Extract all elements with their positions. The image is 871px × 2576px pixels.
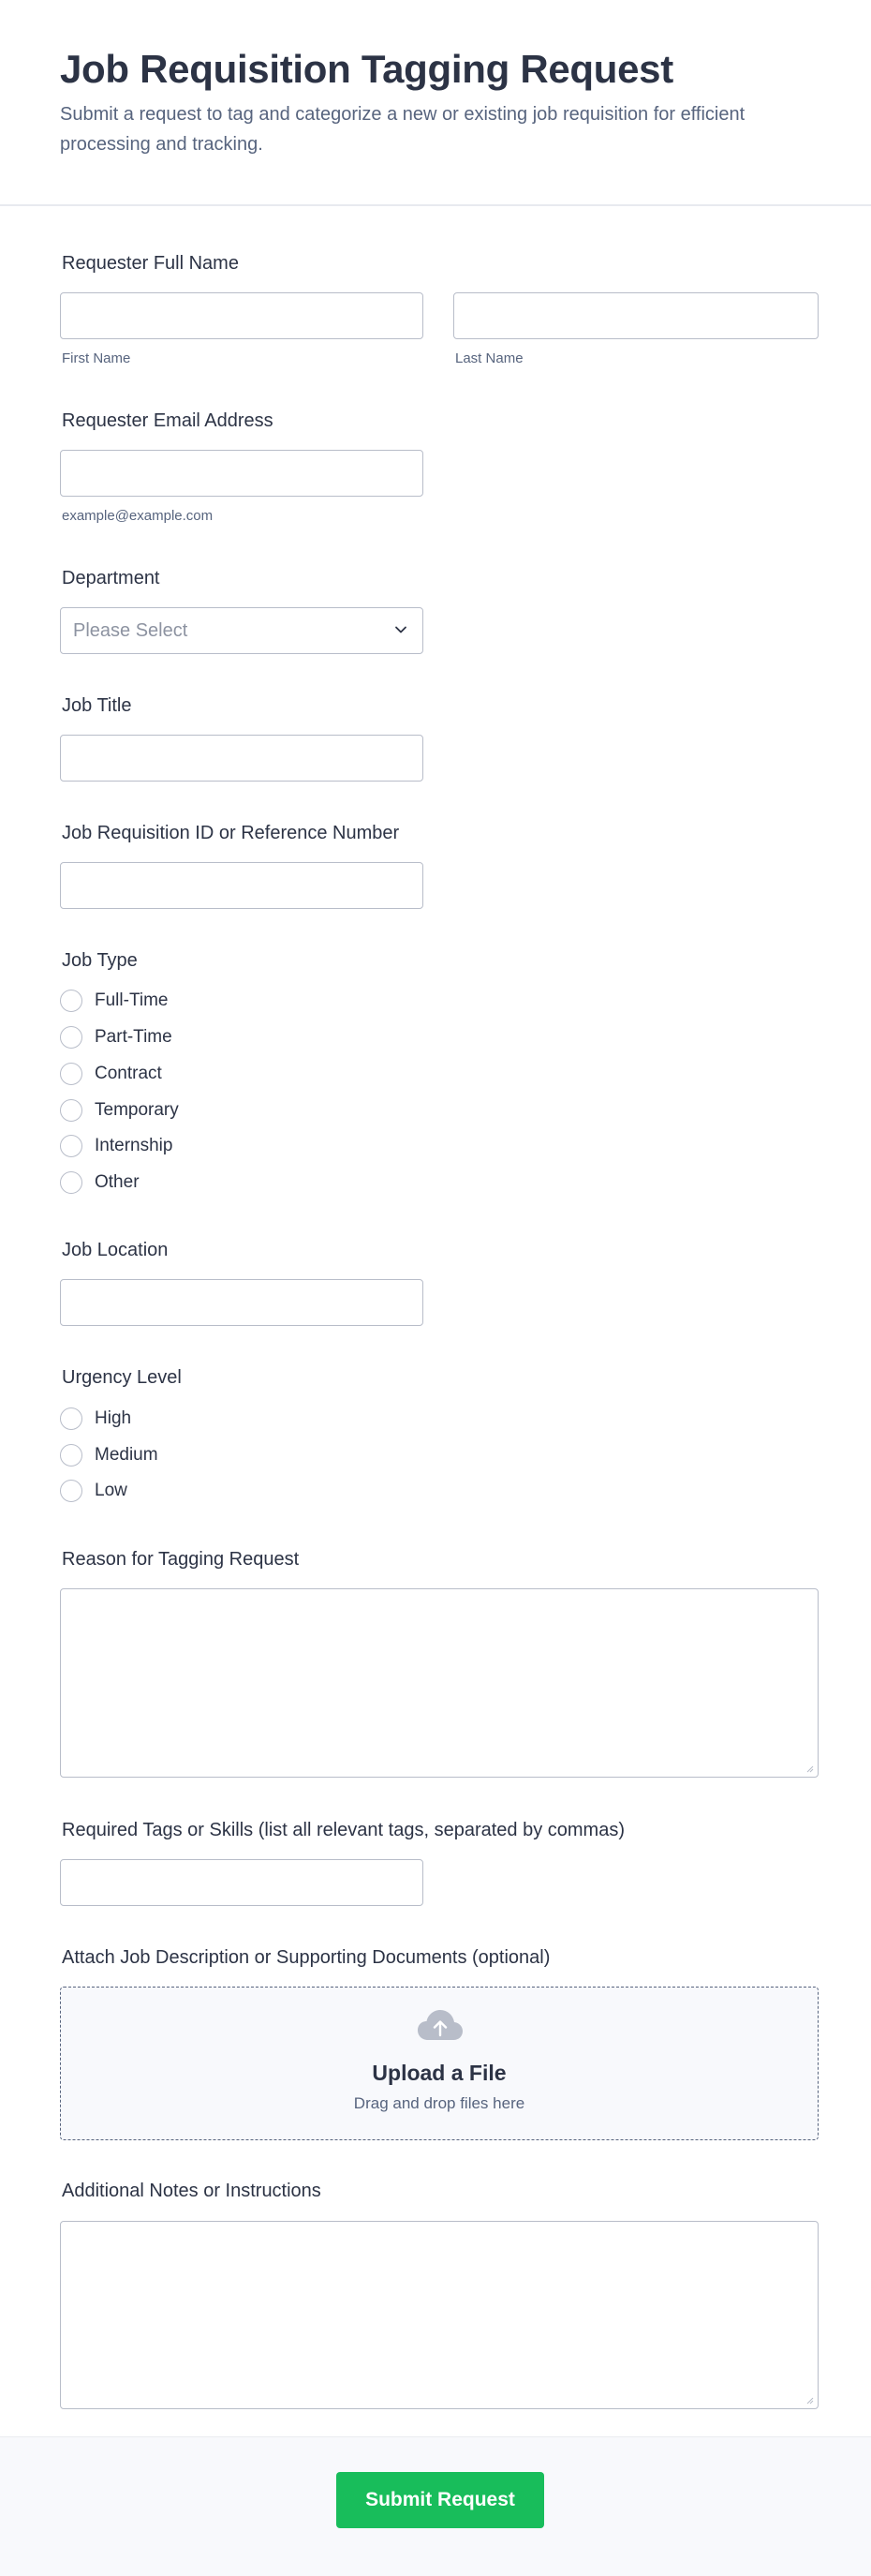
upload-title: Upload a File: [372, 2061, 507, 2085]
email-input[interactable]: [60, 450, 423, 497]
job-location-input[interactable]: [60, 1279, 423, 1326]
radio-button[interactable]: [60, 1407, 82, 1430]
radio-button[interactable]: [60, 1099, 82, 1122]
form-title: Job Requisition Tagging Request: [60, 47, 673, 91]
urgency-option-high[interactable]: High: [60, 1406, 131, 1432]
radio-label: Temporary: [95, 1100, 179, 1120]
department-placeholder: Please Select: [73, 620, 188, 641]
job-type-option-other[interactable]: Other: [60, 1169, 140, 1196]
cloud-upload-icon: [418, 2010, 463, 2040]
upload-hint: Drag and drop files here: [353, 2094, 525, 2112]
job-title-input[interactable]: [60, 735, 423, 782]
form-subtitle: Submit a request to tag and categorize a…: [60, 104, 746, 155]
radio-button[interactable]: [60, 1444, 82, 1467]
radio-label: Contract: [95, 1064, 162, 1083]
radio-label: Part-Time: [95, 1027, 172, 1047]
first-name-input[interactable]: [60, 292, 423, 339]
tags-input[interactable]: [60, 1859, 423, 1906]
requisition-id-input[interactable]: [60, 862, 423, 909]
submit-button[interactable]: Submit Request: [336, 2472, 544, 2528]
urgency-option-low[interactable]: Low: [60, 1478, 127, 1504]
form-footer: Submit Request: [0, 2436, 871, 2576]
department-label: Department: [62, 568, 160, 588]
email-label: Requester Email Address: [62, 410, 273, 431]
radio-button[interactable]: [60, 1171, 82, 1194]
radio-button[interactable]: [60, 1026, 82, 1049]
job-type-option-part-time[interactable]: Part-Time: [60, 1024, 172, 1050]
radio-label: High: [95, 1408, 132, 1428]
notes-label: Additional Notes or Instructions: [62, 2181, 321, 2201]
reason-label: Reason for Tagging Request: [62, 1549, 300, 1570]
attachment-label: Attach Job Description or Supporting Doc…: [62, 1947, 551, 1968]
radio-label: Full-Time: [95, 990, 169, 1010]
job-type-option-internship[interactable]: Internship: [60, 1133, 172, 1159]
radio-label: Other: [95, 1172, 140, 1192]
job-type-option-full-time[interactable]: Full-Time: [60, 988, 168, 1014]
urgency-label: Urgency Level: [62, 1367, 182, 1388]
radio-button[interactable]: [60, 1480, 82, 1502]
radio-button[interactable]: [60, 1135, 82, 1157]
radio-label: Low: [95, 1481, 127, 1500]
first-name-sublabel: First Name: [62, 350, 131, 366]
notes-textarea[interactable]: [60, 2221, 819, 2409]
radio-button[interactable]: [60, 990, 82, 1012]
file-upload-dropzone[interactable]: Upload a File Drag and drop files here: [60, 1987, 819, 2140]
department-select[interactable]: Please Select: [60, 607, 423, 654]
requisition-id-label: Job Requisition ID or Reference Number: [62, 823, 400, 843]
resize-handle-icon[interactable]: [805, 1764, 814, 1773]
urgency-option-medium[interactable]: Medium: [60, 1442, 158, 1468]
job-title-label: Job Title: [62, 695, 132, 716]
reason-textarea[interactable]: [60, 1588, 819, 1778]
requester-name-label: Requester Full Name: [62, 253, 239, 274]
last-name-sublabel: Last Name: [455, 350, 524, 366]
job-type-option-contract[interactable]: Contract: [60, 1061, 162, 1087]
job-type-option-temporary[interactable]: Temporary: [60, 1097, 179, 1124]
radio-label: Internship: [95, 1136, 173, 1155]
tags-label: Required Tags or Skills (list all releva…: [62, 1820, 625, 1840]
email-sublabel: example@example.com: [62, 508, 214, 524]
radio-button[interactable]: [60, 1063, 82, 1085]
job-type-label: Job Type: [62, 950, 138, 971]
radio-label: Medium: [95, 1445, 158, 1465]
last-name-input[interactable]: [453, 292, 819, 339]
form-header: Job Requisition Tagging Request Submit a…: [0, 0, 871, 206]
job-location-label: Job Location: [62, 1240, 169, 1260]
resize-handle-icon[interactable]: [805, 2395, 814, 2405]
chevron-down-icon: [395, 626, 406, 633]
